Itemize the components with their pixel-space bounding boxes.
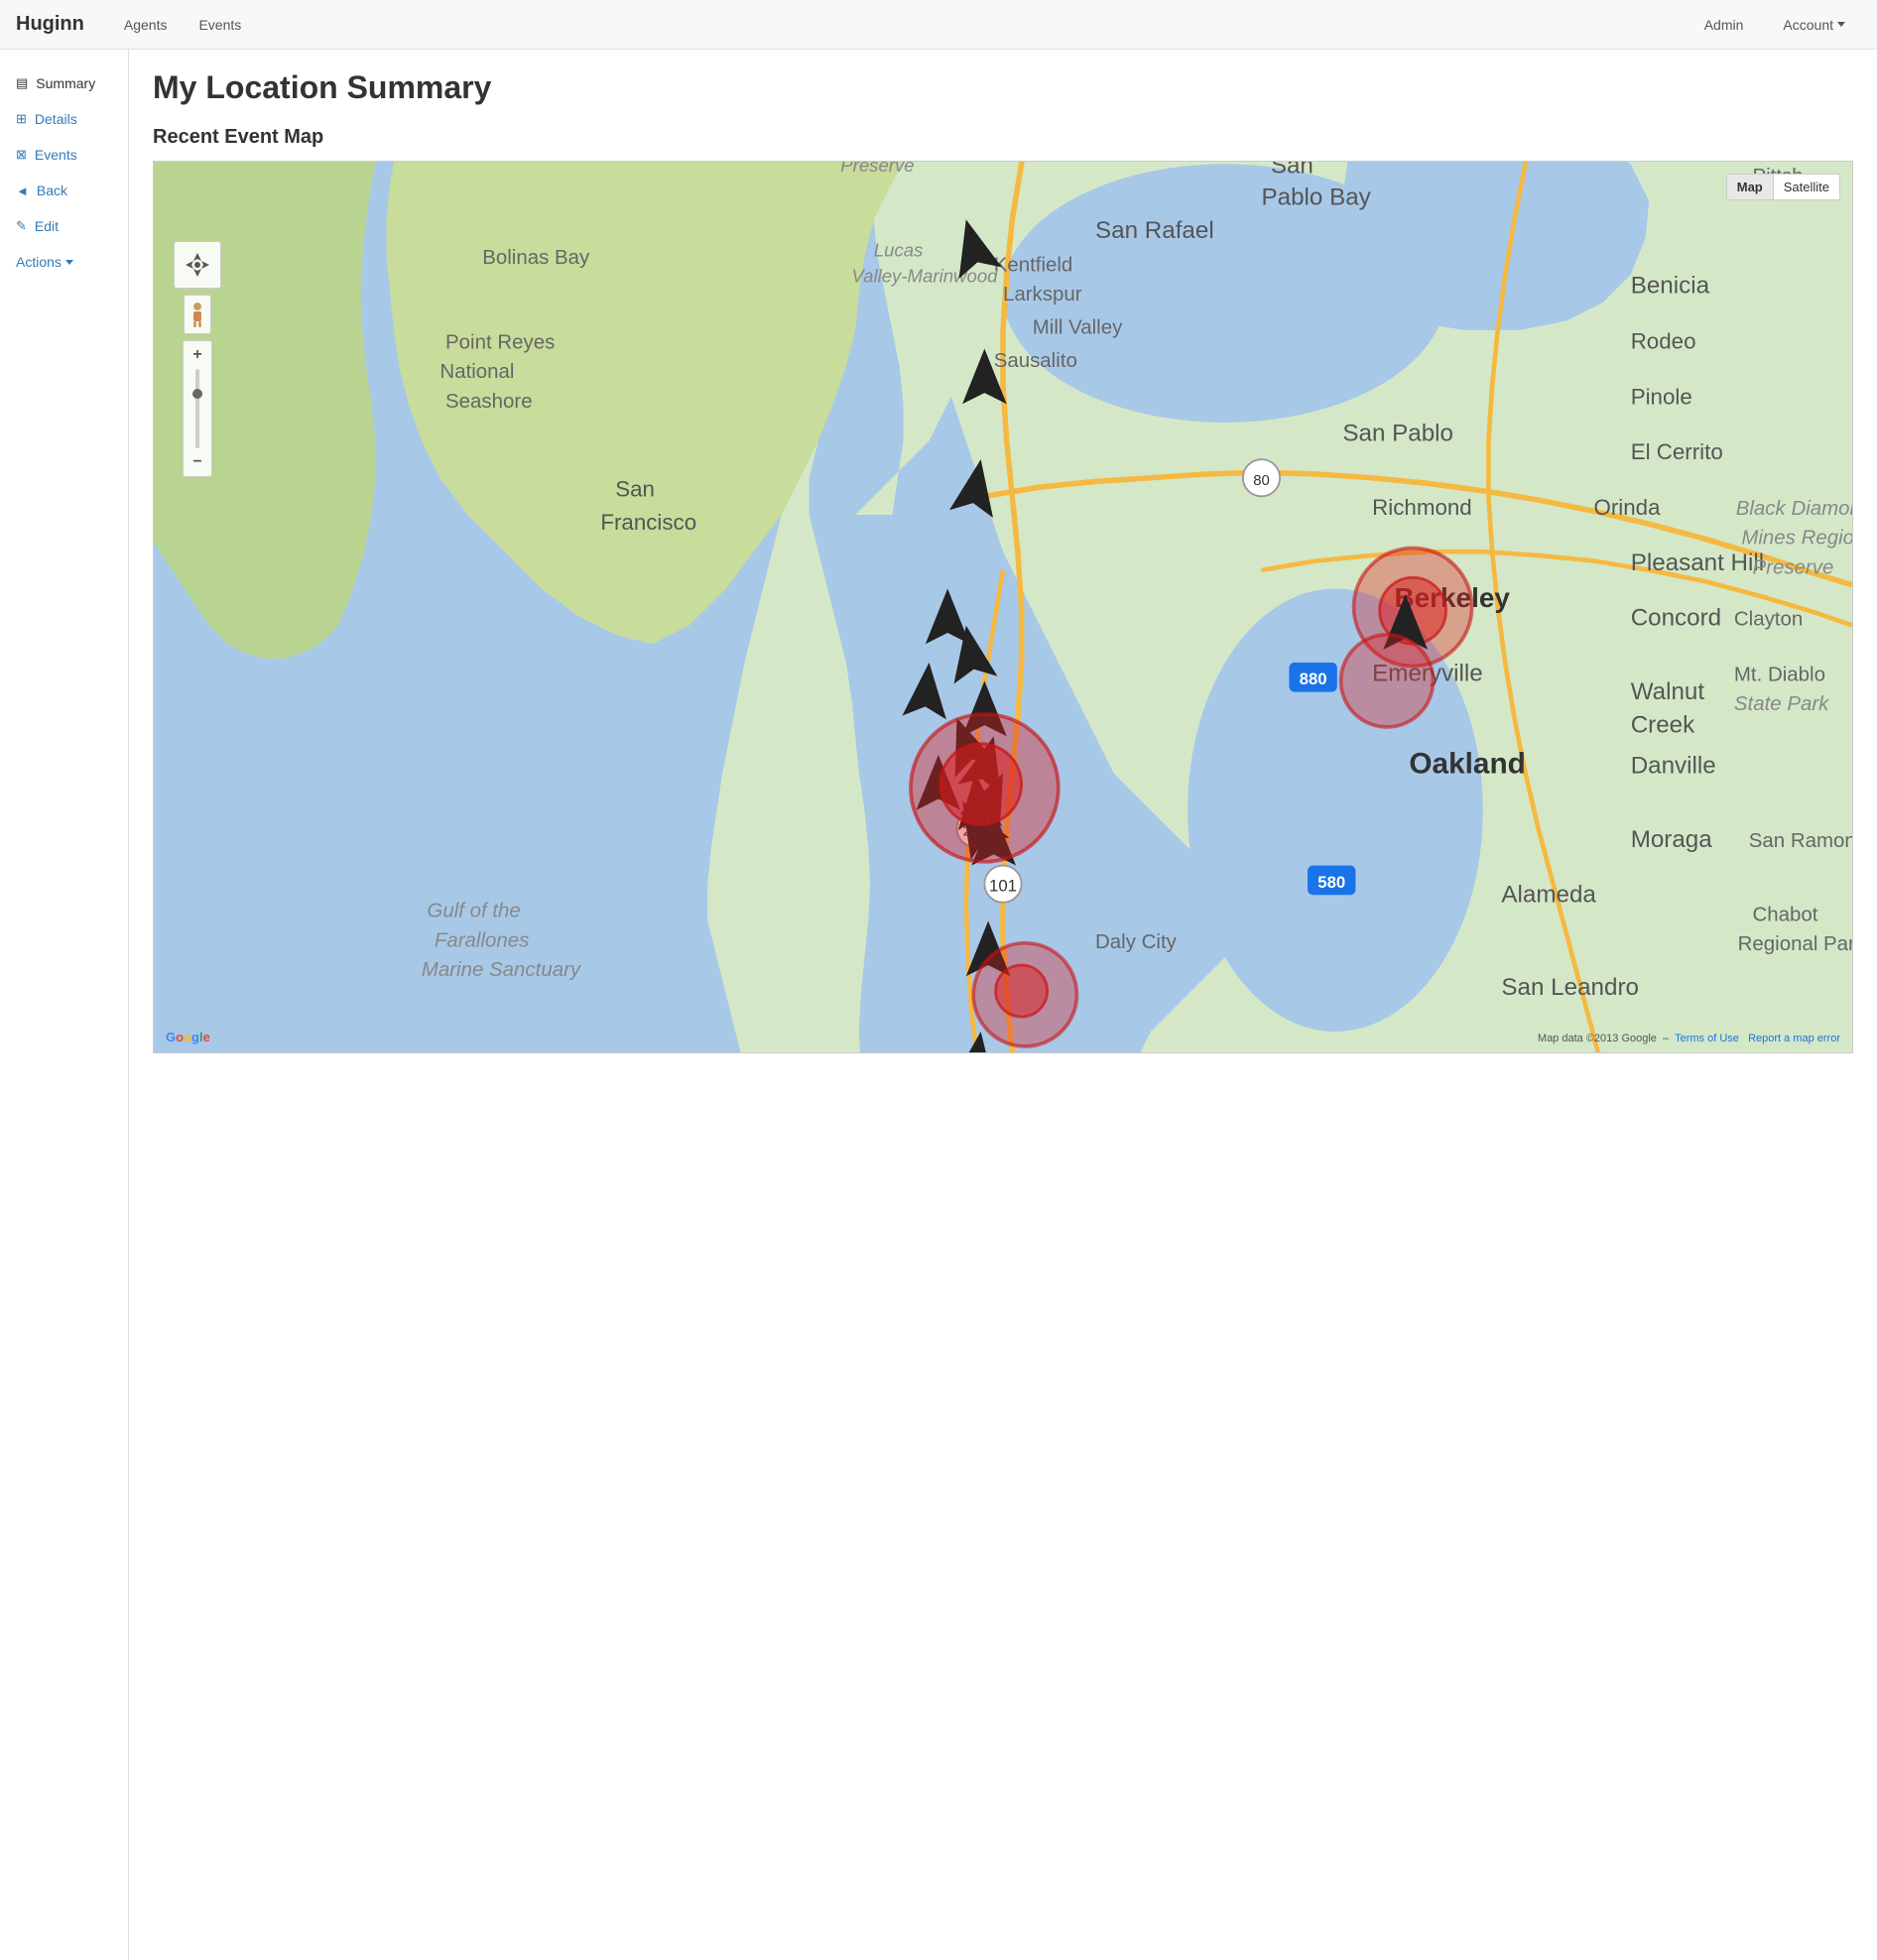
svg-text:Concord: Concord — [1631, 605, 1721, 632]
pan-control[interactable] — [174, 241, 221, 289]
map-type-control: Map Satellite — [1726, 174, 1840, 200]
svg-text:Pleasant Hill: Pleasant Hill — [1631, 550, 1764, 576]
svg-text:National: National — [439, 360, 514, 383]
pan-arrows-icon — [182, 249, 213, 281]
svg-text:Orinda: Orinda — [1593, 495, 1661, 520]
svg-text:Mt. Diablo: Mt. Diablo — [1734, 663, 1825, 685]
svg-text:San: San — [1271, 162, 1314, 180]
svg-text:Creek: Creek — [1631, 712, 1695, 739]
svg-text:Oakland: Oakland — [1409, 747, 1525, 780]
sidebar-item-summary[interactable]: ▤ Summary — [0, 65, 128, 101]
svg-text:State Park: State Park — [1734, 692, 1830, 715]
back-icon: ◄ — [16, 184, 29, 198]
svg-text:580: 580 — [1317, 873, 1345, 892]
svg-text:Pablo Bay: Pablo Bay — [1262, 184, 1372, 210]
edit-icon: ✎ — [16, 218, 27, 234]
sidebar-item-edit[interactable]: ✎ Edit — [0, 208, 128, 244]
svg-text:Black Diamond: Black Diamond — [1736, 497, 1852, 520]
svg-text:Rodeo: Rodeo — [1631, 328, 1696, 353]
account-caret-icon — [1837, 22, 1845, 27]
navbar-right: Admin Account — [1689, 3, 1861, 47]
svg-text:Danville: Danville — [1631, 752, 1716, 779]
svg-text:Moraga: Moraga — [1631, 826, 1713, 853]
google-logo: Google — [166, 1030, 210, 1044]
details-icon: ⊞ — [16, 111, 27, 127]
svg-text:South San: South San — [1059, 1048, 1162, 1052]
svg-text:Regional Park: Regional Park — [1738, 932, 1852, 955]
zoom-in-button[interactable]: + — [188, 345, 207, 365]
sidebar: ▤ Summary ⊞ Details ⊠ Events ◄ Back ✎ Ed… — [0, 50, 129, 1960]
svg-text:Dublin: Dublin — [1723, 1050, 1781, 1052]
svg-text:80: 80 — [1253, 473, 1270, 489]
svg-text:San Rafael: San Rafael — [1095, 217, 1214, 244]
svg-text:Preserve: Preserve — [840, 162, 914, 176]
svg-text:San Pablo: San Pablo — [1342, 421, 1453, 447]
svg-text:Daly City: Daly City — [1095, 930, 1178, 953]
map-zoom-control: + − — [174, 241, 221, 477]
svg-text:San Leandro: San Leandro — [1501, 974, 1639, 1001]
main-content: My Location Summary Recent Event Map — [129, 50, 1877, 1960]
sidebar-item-events[interactable]: ⊠ Events — [0, 137, 128, 173]
map-type-satellite-button[interactable]: Satellite — [1774, 175, 1839, 199]
svg-text:Sausalito: Sausalito — [994, 349, 1077, 372]
svg-text:Mines Regional: Mines Regional — [1741, 527, 1852, 550]
svg-text:Benicia: Benicia — [1631, 273, 1710, 300]
svg-text:Larkspur: Larkspur — [1003, 283, 1082, 306]
svg-text:Farallones: Farallones — [435, 928, 530, 951]
person-icon — [188, 302, 206, 327]
svg-text:Seashore: Seashore — [445, 390, 533, 413]
svg-text:Clayton: Clayton — [1734, 608, 1803, 631]
street-view-icon[interactable] — [184, 295, 211, 334]
svg-text:Richmond: Richmond — [1372, 495, 1472, 520]
map-type-map-button[interactable]: Map — [1727, 175, 1774, 199]
svg-text:Chabot: Chabot — [1753, 903, 1818, 925]
svg-text:880: 880 — [1300, 670, 1327, 688]
navbar-admin[interactable]: Admin — [1689, 3, 1760, 47]
report-map-error-link[interactable]: Report a map error — [1748, 1033, 1840, 1044]
svg-text:Marine Sanctuary: Marine Sanctuary — [422, 958, 582, 981]
page-title: My Location Summary — [153, 69, 1853, 106]
svg-text:Walnut: Walnut — [1631, 678, 1705, 705]
svg-text:El Cerrito: El Cerrito — [1631, 439, 1723, 464]
section-title: Recent Event Map — [153, 126, 1853, 149]
svg-text:Valley-Marinwood: Valley-Marinwood — [851, 265, 998, 286]
map-container[interactable]: 101 80 280 580 680 880 280 Oakland Emery… — [153, 161, 1853, 1053]
terms-of-use-link[interactable]: Terms of Use — [1675, 1033, 1739, 1044]
svg-text:Lucas: Lucas — [874, 239, 924, 260]
sidebar-item-back[interactable]: ◄ Back — [0, 173, 128, 208]
svg-text:Preserve: Preserve — [1753, 556, 1834, 579]
zoom-track[interactable] — [195, 369, 199, 448]
svg-text:Francisco: Francisco — [600, 510, 696, 535]
navbar-links: Agents Events — [108, 3, 1689, 47]
zoom-slider-container: + − — [183, 340, 212, 477]
page-layout: ▤ Summary ⊞ Details ⊠ Events ◄ Back ✎ Ed… — [0, 50, 1877, 1960]
svg-text:San: San — [615, 476, 655, 501]
summary-icon: ▤ — [16, 75, 28, 91]
navbar-link-events[interactable]: Events — [183, 3, 257, 47]
svg-text:101: 101 — [989, 877, 1017, 896]
navbar-brand[interactable]: Huginn — [16, 13, 84, 36]
svg-text:Bolinas Bay: Bolinas Bay — [482, 246, 590, 269]
svg-text:San Ramon: San Ramon — [1749, 829, 1852, 852]
zoom-thumb[interactable] — [192, 389, 202, 399]
svg-text:Mill Valley: Mill Valley — [1033, 316, 1123, 339]
map-background: 101 80 280 580 680 880 280 Oakland Emery… — [154, 162, 1852, 1052]
events-icon: ⊠ — [16, 147, 27, 163]
zoom-out-button[interactable]: − — [188, 452, 207, 472]
navbar-account[interactable]: Account — [1767, 3, 1861, 47]
svg-text:Gulf of the: Gulf of the — [427, 900, 520, 922]
svg-text:Alameda: Alameda — [1501, 882, 1596, 909]
navbar: Huginn Agents Events Admin Account — [0, 0, 1877, 50]
actions-caret-icon — [65, 260, 73, 265]
svg-text:Point Reyes: Point Reyes — [445, 330, 555, 353]
navbar-link-agents[interactable]: Agents — [108, 3, 184, 47]
map-attribution: Map data ©2013 Google – Terms of Use Rep… — [1538, 1033, 1840, 1044]
sidebar-item-details[interactable]: ⊞ Details — [0, 101, 128, 137]
svg-text:Pinole: Pinole — [1631, 384, 1692, 409]
sidebar-item-actions[interactable]: Actions — [0, 244, 128, 280]
svg-text:Kentfield: Kentfield — [994, 253, 1073, 276]
